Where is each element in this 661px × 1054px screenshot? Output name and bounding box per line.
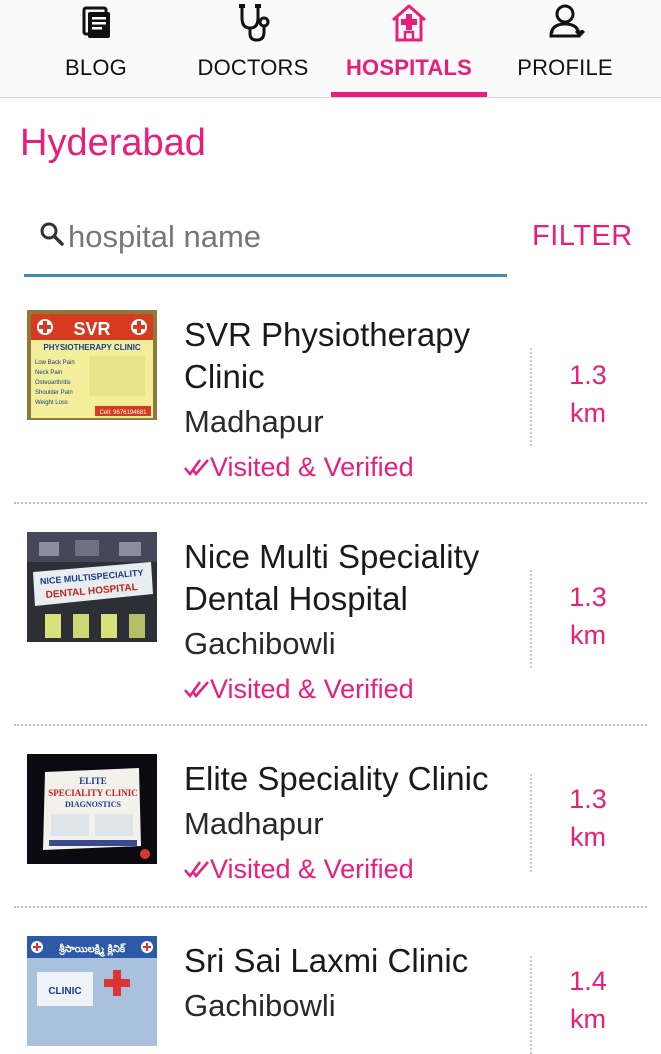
svg-text:CLINIC: CLINIC	[48, 986, 81, 997]
stethoscope-icon	[239, 4, 270, 42]
clinic-list: SVR PHYSIOTHERAPY CLINIC Low Back Pain N…	[0, 282, 661, 1054]
clinic-name: Elite Speciality Clinic	[184, 760, 489, 797]
svg-text:PHYSIOTHERAPY CLINIC: PHYSIOTHERAPY CLINIC	[43, 343, 140, 352]
distance-value: 1.3	[569, 582, 607, 612]
list-item[interactable]: SVR PHYSIOTHERAPY CLINIC Low Back Pain N…	[0, 282, 661, 504]
distance-value: 1.3	[569, 784, 607, 814]
profile-icon	[549, 4, 585, 38]
clinic-name: Sri Sai Laxmi Clinic	[184, 942, 469, 979]
svg-text:SVR: SVR	[73, 319, 110, 339]
svg-text:SPECIALITY CLINIC: SPECIALITY CLINIC	[48, 788, 137, 798]
svg-text:Osteoarthritis: Osteoarthritis	[35, 380, 71, 386]
verified-badge: Visited & Verified	[184, 854, 414, 885]
list-item[interactable]: ELITE SPECIALITY CLINIC DIAGNOSTICS Elit…	[0, 726, 661, 908]
clinic-thumbnail: SVR PHYSIOTHERAPY CLINIC Low Back Pain N…	[27, 310, 157, 420]
svg-text:ELITE: ELITE	[79, 776, 107, 786]
verified-label: Visited & Verified	[210, 452, 414, 482]
clinic-thumbnail: శ్రీసాయిలక్ష్మి క్లినిక్ CLINIC	[27, 936, 157, 1046]
distance-unit: km	[570, 398, 606, 428]
distance: 1.4 km	[548, 962, 628, 1038]
blog-icon	[82, 6, 110, 38]
double-check-icon	[184, 681, 209, 699]
clinic-thumbnail: NICE MULTISPECIALITY DENTAL HOSPITAL	[27, 532, 157, 642]
filter-button[interactable]: FILTER	[532, 220, 633, 253]
tab-profile-label: PROFILE	[517, 55, 613, 80]
svg-text:Shoulder Pain: Shoulder Pain	[35, 390, 73, 396]
tab-profile[interactable]: PROFILE	[489, 0, 641, 97]
list-item[interactable]: శ్రీసాయిలక్ష్మి క్లినిక్ CLINIC Sri Sai …	[0, 908, 661, 1054]
svg-text:Weight Loss: Weight Loss	[35, 400, 68, 406]
verified-badge: Visited & Verified	[184, 674, 414, 705]
svg-text:DIAGNOSTICS: DIAGNOSTICS	[65, 800, 122, 809]
hospital-icon	[392, 4, 426, 42]
distance-value: 1.3	[569, 360, 607, 390]
distance-divider	[530, 956, 532, 1054]
active-tab-indicator	[331, 92, 487, 97]
distance-unit: km	[570, 1004, 606, 1034]
tab-blog-label: BLOG	[65, 55, 127, 80]
distance: 1.3 km	[548, 780, 628, 856]
top-tab-bar: BLOG DOCTORS HOSPITALS PROFILE	[0, 0, 661, 98]
tab-hospitals-label: HOSPITALS	[345, 55, 473, 80]
clinic-area: Madhapur	[184, 806, 324, 841]
clinic-name: Nice Multi Speciality Dental Hospital	[184, 538, 480, 617]
clinic-thumbnail: ELITE SPECIALITY CLINIC DIAGNOSTICS	[27, 754, 157, 864]
clinic-area: Madhapur	[184, 404, 324, 439]
search-input[interactable]	[66, 212, 500, 262]
clinic-area: Gachibowli	[184, 626, 336, 661]
svg-text:Cell: 9676194681: Cell: 9676194681	[99, 410, 147, 416]
search-box	[24, 212, 507, 277]
verified-badge: Visited & Verified	[184, 452, 414, 483]
clinic-area: Gachibowli	[184, 988, 336, 1023]
clinic-name: SVR Physiotherapy Clinic	[184, 316, 471, 395]
tab-blog[interactable]: BLOG	[20, 0, 172, 97]
double-check-icon	[184, 459, 209, 477]
list-item[interactable]: NICE MULTISPECIALITY DENTAL HOSPITAL Nic…	[0, 504, 661, 726]
search-icon	[40, 222, 64, 246]
distance-unit: km	[570, 620, 606, 650]
distance: 1.3 km	[548, 356, 628, 432]
double-check-icon	[184, 861, 209, 879]
distance: 1.3 km	[548, 578, 628, 654]
tab-hospitals[interactable]: HOSPITALS	[331, 0, 487, 97]
svg-text:Neck Pain: Neck Pain	[35, 370, 62, 376]
distance-divider	[530, 570, 532, 668]
distance-unit: km	[570, 822, 606, 852]
verified-label: Visited & Verified	[210, 674, 414, 704]
distance-value: 1.4	[569, 966, 607, 996]
svg-text:Low Back Pain: Low Back Pain	[35, 360, 75, 366]
verified-label: Visited & Verified	[210, 854, 414, 884]
tab-doctors[interactable]: DOCTORS	[177, 0, 329, 97]
distance-divider	[530, 348, 532, 446]
city-title: Hyderabad	[20, 122, 206, 164]
distance-divider	[530, 774, 532, 872]
tab-doctors-label: DOCTORS	[197, 55, 309, 80]
